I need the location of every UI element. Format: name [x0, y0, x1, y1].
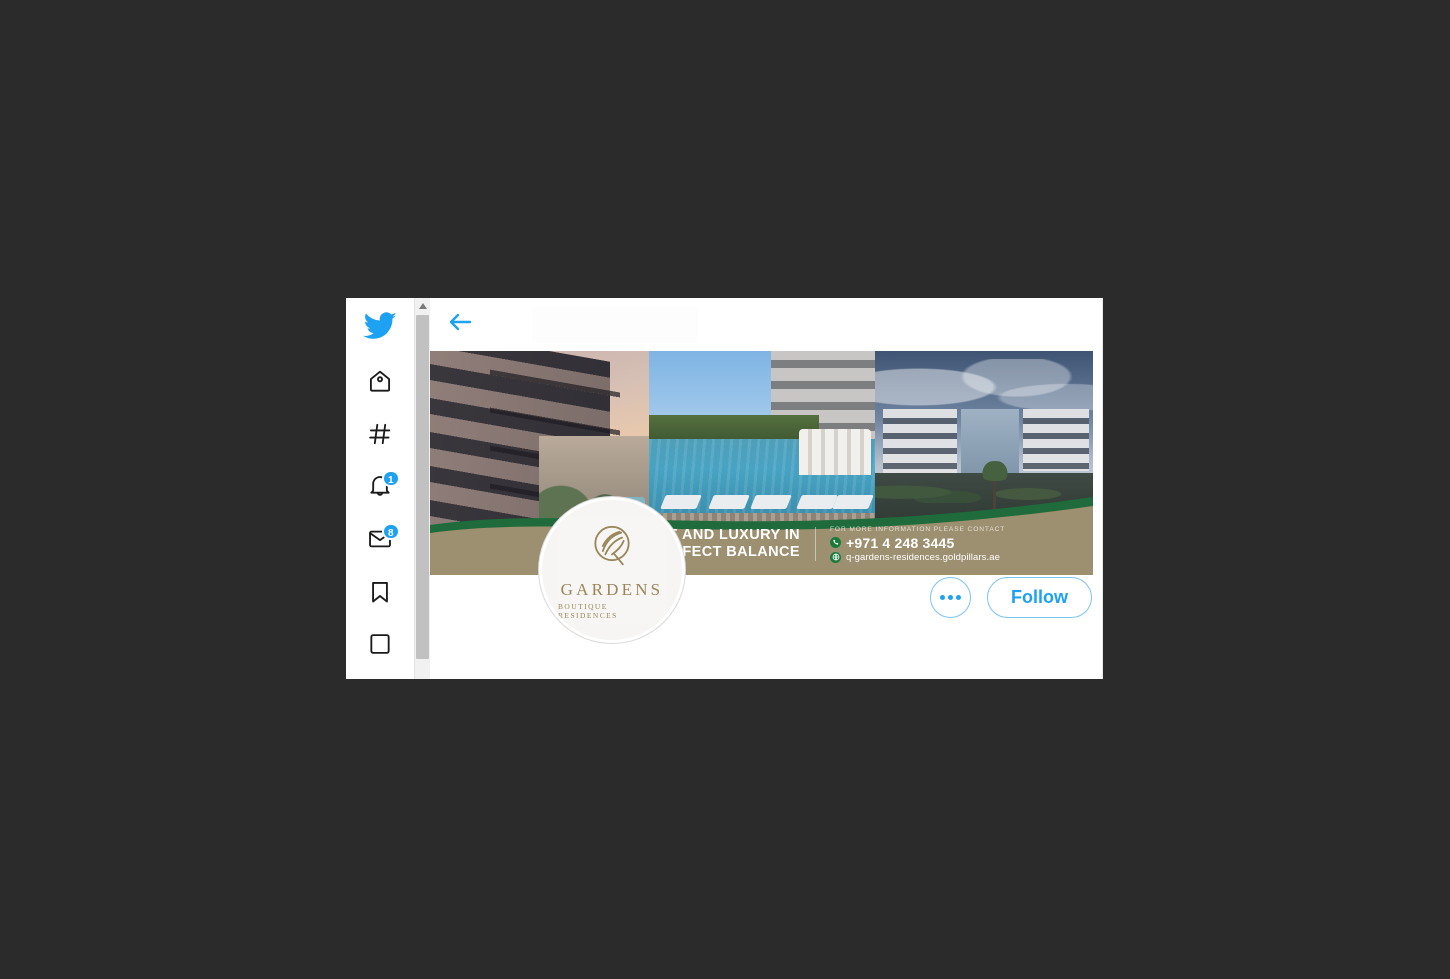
phone-icon: [830, 537, 841, 548]
contact-phone-row: +971 4 248 3445: [830, 535, 1005, 551]
avatar-brand-subtitle: BOUTIQUE RESIDENCES: [558, 601, 618, 620]
banner-text-block: LIFE AND LUXURY IN PERFECT BALANCE FOR M…: [430, 513, 1093, 575]
profile-topbar: [430, 298, 1102, 351]
sidebar-item-notifications[interactable]: 1: [356, 468, 404, 509]
notifications-badge: 1: [382, 470, 400, 488]
list-icon: [367, 631, 393, 662]
browser-viewport: 1 8 LIFE AND LUXURY IN PERFECT BALANCE F…: [346, 298, 1103, 679]
back-arrow-icon[interactable]: [448, 312, 472, 337]
q-monogram-icon: [587, 521, 637, 576]
more-options-button[interactable]: [930, 577, 971, 618]
sidebar-item-explore[interactable]: [356, 416, 404, 457]
profile-actions: Follow: [930, 577, 1092, 618]
profile-page: LIFE AND LUXURY IN PERFECT BALANCE FOR M…: [430, 298, 1103, 679]
banner-contact-block: FOR MORE INFORMATION PLEASE CONTACT +971…: [816, 526, 1005, 563]
sidebar-item-messages[interactable]: 8: [356, 521, 404, 562]
messages-badge: 8: [382, 523, 400, 541]
globe-icon: [830, 551, 841, 563]
twitter-logo[interactable]: [356, 309, 404, 348]
avatar-logo: GARDENS BOUTIQUE RESIDENCES: [558, 516, 666, 624]
scroll-up-arrow-icon[interactable]: [415, 298, 431, 314]
avatar[interactable]: GARDENS BOUTIQUE RESIDENCES: [539, 497, 685, 643]
contact-website[interactable]: q-gardens-residences.goldpillars.ae: [846, 552, 1000, 563]
home-icon: [367, 368, 393, 399]
profile-banner: LIFE AND LUXURY IN PERFECT BALANCE FOR M…: [430, 351, 1093, 575]
twitter-bird-icon: [363, 309, 397, 348]
sidebar-item-bookmarks[interactable]: [356, 574, 404, 615]
scroll-thumb[interactable]: [416, 315, 429, 659]
vertical-scrollbar[interactable]: [414, 298, 431, 679]
contact-label: FOR MORE INFORMATION PLEASE CONTACT: [830, 525, 1006, 533]
contact-phone[interactable]: +971 4 248 3445: [846, 535, 955, 551]
bookmark-icon: [367, 579, 393, 610]
sidebar-item-home[interactable]: [356, 363, 404, 404]
more-options-icon: [939, 595, 962, 600]
hashtag-icon: [367, 421, 393, 452]
twitter-sidebar-nav: 1 8: [346, 298, 414, 679]
header-title-placeholder: [532, 307, 698, 343]
sidebar-item-lists[interactable]: [356, 626, 404, 667]
contact-website-row: q-gardens-residences.goldpillars.ae: [830, 551, 1005, 563]
follow-button[interactable]: Follow: [987, 577, 1092, 618]
avatar-brand-name: GARDENS: [560, 579, 664, 599]
